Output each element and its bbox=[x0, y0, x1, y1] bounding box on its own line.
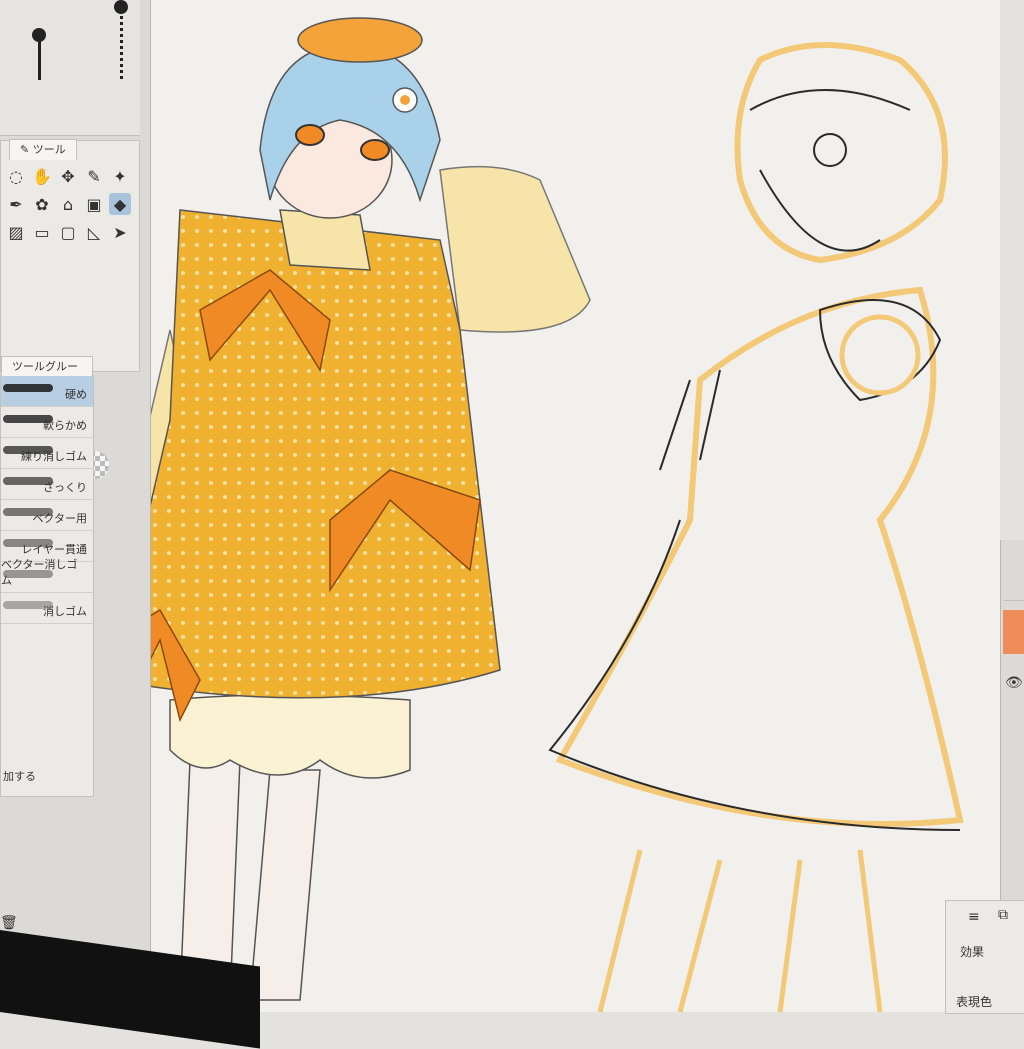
hand-icon[interactable]: ✋ bbox=[31, 165, 53, 187]
pen-icon[interactable]: ✒ bbox=[5, 193, 27, 215]
subtool-item[interactable]: ベクター消しゴム bbox=[1, 558, 93, 593]
brush-size-slider-area bbox=[0, 0, 140, 136]
egg-hat bbox=[297, 17, 423, 63]
ruler-icon[interactable]: ▢ bbox=[57, 221, 79, 243]
trash-icon[interactable]: 🗑 bbox=[0, 915, 18, 931]
layer-row[interactable] bbox=[1003, 570, 1024, 601]
shirt-collar bbox=[279, 209, 371, 271]
eyedropper-icon[interactable]: ✎ bbox=[83, 165, 105, 187]
eraser-icon[interactable]: ◆ bbox=[109, 193, 131, 215]
subtool-tab[interactable]: ツールグループ bbox=[1, 356, 93, 393]
colored-character bbox=[109, 17, 591, 1001]
subtool-label: ベクター消しゴム bbox=[1, 558, 78, 587]
figure-icon[interactable]: ▣ bbox=[83, 193, 105, 215]
stroke-preview bbox=[3, 384, 53, 392]
eye-icon[interactable]: 👁 bbox=[1005, 675, 1023, 691]
subtool-label: ざっくり bbox=[43, 481, 87, 494]
subtool-label: 練り消しゴム bbox=[21, 450, 87, 463]
expression-color-label: 表現色 bbox=[956, 995, 993, 1009]
subtool-item[interactable]: 硬め bbox=[1, 376, 93, 407]
sketch-head-outline bbox=[734, 42, 948, 264]
dress bbox=[109, 209, 501, 699]
fill-icon[interactable]: ⌂ bbox=[57, 193, 79, 215]
brush-icon[interactable]: ✿ bbox=[31, 193, 53, 215]
frame-icon[interactable]: ▭ bbox=[31, 221, 53, 243]
left-eye bbox=[295, 124, 325, 146]
right-eye bbox=[360, 139, 390, 161]
layer-property-panel: ≡ ⧉ 効果 表現色 bbox=[945, 900, 1024, 1014]
tool-tab[interactable]: ✎ ツール bbox=[9, 139, 77, 160]
subtool-label: 硬め bbox=[65, 388, 87, 401]
menu-icon[interactable]: ≡ bbox=[968, 909, 980, 925]
subtool-item[interactable]: 軟らかめ bbox=[1, 407, 93, 438]
gradient-icon[interactable]: ▨ bbox=[5, 221, 27, 243]
artwork-svg bbox=[109, 17, 964, 1013]
layer-property-icon[interactable]: ⧉ bbox=[998, 907, 1008, 923]
sketch-character bbox=[548, 42, 964, 1013]
raised-sleeve bbox=[439, 165, 591, 333]
move-icon[interactable]: ✥ bbox=[57, 165, 79, 187]
subtool-list: 硬め軟らかめ練り消しゴムざっくりベクター用レイヤー貫通ベクター消しゴム消しゴム bbox=[1, 376, 93, 624]
subtool-item[interactable]: 消しゴム bbox=[1, 593, 93, 624]
layer-color-toggle[interactable] bbox=[1003, 610, 1024, 654]
select-icon[interactable]: ➤ bbox=[109, 221, 131, 243]
tool-palette: ✎ ツール ◌ ✋ ✥ ✎ ✦ ✒ ✿ ⌂ ▣ ◆ ▨ ▭ ▢ ◺ ➤ bbox=[0, 139, 140, 479]
subtool-item[interactable]: ざっくり bbox=[1, 469, 93, 500]
subtool-label: 消しゴム bbox=[43, 605, 87, 618]
subtool-panel: ツールグループ 硬め軟らかめ練り消しゴムざっくりベクター用レイヤー貫通ベクター消… bbox=[0, 356, 94, 797]
sketch-legs bbox=[597, 849, 883, 1013]
lasso-icon[interactable]: ◌ bbox=[5, 165, 27, 187]
effect-label: 効果 bbox=[960, 945, 985, 959]
sketch-hairclip bbox=[813, 133, 847, 167]
subtool-item[interactable]: ベクター用 bbox=[1, 500, 93, 531]
subtool-label: ベクター用 bbox=[32, 512, 87, 525]
text-icon[interactable]: ◺ bbox=[83, 221, 105, 243]
magic-wand-icon[interactable]: ✦ bbox=[109, 165, 131, 187]
subtool-label: 軟らかめ bbox=[43, 419, 87, 432]
left-tool-panel: ✎ ツール ◌✋✥✎✦✒✿⌂▣◆▨▭▢◺➤ ツールグループ 硬め軟らかめ練り消し… bbox=[0, 0, 151, 1012]
add-subtool-link[interactable]: 加する bbox=[3, 768, 36, 784]
pen-tab-icon: ✎ bbox=[20, 143, 33, 156]
tool-grid: ◌ ✋ ✥ ✎ ✦ ✒ ✿ ⌂ ▣ ◆ ▨ ▭ ▢ ◺ ➤ bbox=[5, 165, 133, 243]
sketch-body-outline bbox=[555, 286, 964, 827]
bloomers bbox=[169, 694, 411, 779]
subtool-label: レイヤー貫通 bbox=[21, 543, 87, 556]
drawing-canvas[interactable] bbox=[109, 0, 1000, 1013]
subtool-item[interactable]: 練り消しゴム bbox=[1, 438, 93, 469]
